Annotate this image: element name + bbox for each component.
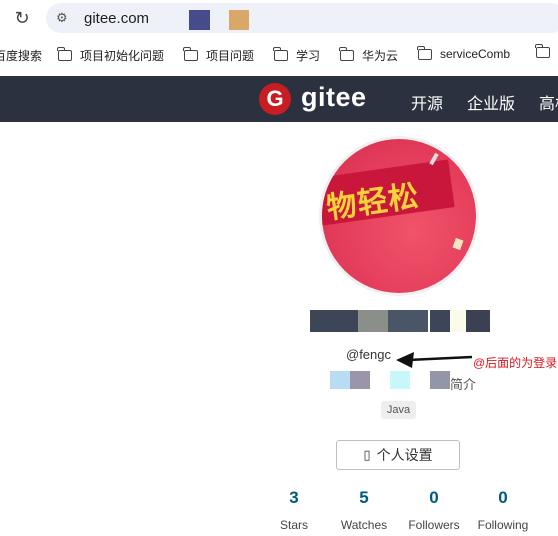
folder-icon [57, 47, 72, 61]
address-bar[interactable]: ⚙ gitee.com [46, 3, 558, 33]
folder-icon [273, 47, 288, 61]
bookmark-label: 学习 [296, 49, 321, 63]
stat-stars[interactable]: 3 Stars [254, 488, 334, 532]
stat-value: 0 [429, 488, 439, 507]
gitee-logo-text[interactable]: gitee [301, 82, 367, 113]
stat-label: Following [477, 518, 529, 532]
bookmark-folder[interactable]: serviceComb [417, 45, 511, 61]
redacted-bio [430, 371, 450, 389]
user-handle: @fengc [346, 347, 391, 362]
stat-value: 5 [359, 488, 369, 507]
stat-label: Followers [408, 518, 460, 532]
redacted-block [229, 10, 249, 30]
redacted-name [310, 310, 358, 332]
stat-watches[interactable]: 5 Watches [324, 488, 404, 532]
folder-icon [339, 47, 354, 61]
bookmark-label: 项目初始化问题 [80, 49, 165, 63]
bookmark-folder[interactable] [535, 44, 558, 58]
bio-text: 简介 [450, 377, 477, 392]
folder-icon [183, 47, 198, 61]
annotation-text: @后面的为登录名 [473, 356, 558, 370]
bookmark-item[interactable]: 百度搜索 [0, 47, 42, 64]
settings-label: 个人设置 [376, 447, 433, 463]
redacted-name [388, 310, 428, 332]
site-navbar: G gitee 开源 企业版 高校 [0, 76, 558, 122]
bookmark-label: 项目问题 [206, 49, 255, 63]
redacted-name [430, 310, 450, 332]
redacted-bio [350, 371, 370, 389]
settings-icon: ▯ [363, 447, 371, 462]
nav-item-opensource[interactable]: 开源 [411, 90, 443, 114]
site-info-icon[interactable]: ⚙ [56, 11, 72, 25]
redacted-name [358, 310, 388, 332]
stat-value: 0 [498, 488, 508, 507]
redacted-name [466, 310, 490, 332]
bookmark-folder[interactable]: 华为云 [339, 47, 399, 64]
avatar[interactable]: 物轻松 [319, 136, 479, 296]
nav-item-education[interactable]: 高校 [539, 90, 558, 114]
folder-icon [535, 44, 550, 58]
folder-icon [417, 45, 432, 60]
redacted-bio [390, 371, 410, 389]
redacted-block [189, 10, 210, 30]
browser-toolbar: ↻ ⚙ gitee.com [0, 0, 558, 36]
stat-value: 3 [289, 488, 299, 507]
bookmark-label: 百度搜索 [0, 49, 43, 63]
reload-icon[interactable]: ↻ [8, 5, 36, 31]
url-text[interactable]: gitee.com [84, 10, 149, 27]
redacted-bio [330, 371, 350, 389]
bookmarks-bar: 百度搜索 项目初始化问题 项目问题 学习 华为云 serviceComb [0, 38, 558, 72]
redacted-name [450, 310, 466, 332]
nav-item-enterprise[interactable]: 企业版 [467, 90, 515, 114]
stat-followers[interactable]: 0 Followers [394, 488, 474, 532]
stat-following[interactable]: 0 Following [463, 488, 543, 532]
stat-label: Stars [279, 518, 308, 532]
avatar-image: 物轻松 [322, 139, 476, 293]
bookmark-folder[interactable]: 学习 [273, 47, 321, 64]
bookmark-folder[interactable]: 项目问题 [183, 47, 255, 64]
annotation-arrow-icon [396, 352, 473, 368]
personal-settings-button[interactable]: ▯ 个人设置 [336, 440, 460, 470]
skill-tag[interactable]: Java [381, 401, 416, 419]
gitee-logo-icon[interactable]: G [259, 83, 291, 115]
bookmark-label: 华为云 [362, 49, 399, 63]
stat-label: Watches [340, 518, 388, 532]
bookmark-label: serviceComb [440, 47, 511, 61]
bookmark-folder[interactable]: 项目初始化问题 [57, 47, 165, 64]
